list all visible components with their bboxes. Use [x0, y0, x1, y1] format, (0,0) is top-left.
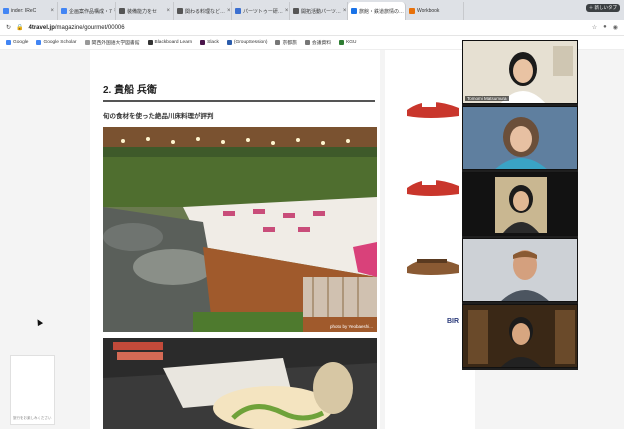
folder-icon [275, 40, 281, 45]
participant-tile[interactable] [462, 304, 578, 368]
url-field[interactable]: 4travel.jp/magazine/gourmet/00006 [29, 25, 125, 31]
tab-title: 関わる料理など… [185, 8, 226, 15]
product-thumbnail[interactable] [402, 163, 464, 205]
address-bar: ↻ 🔒 4travel.jp/magazine/gourmet/00006 ☆ … [0, 20, 624, 36]
tab-title: inder: IReC [11, 8, 37, 14]
reload-icon[interactable]: ↻ [6, 24, 11, 31]
browser-tab[interactable]: パーツトゥー研… × [232, 2, 290, 20]
browser-tab[interactable]: 企画案作品構成・7× [58, 2, 116, 20]
tab-title: 企画案作品構成・7 [69, 8, 112, 15]
left-card[interactable]: 旅行をお楽しみください [10, 355, 55, 425]
bookmark-item[interactable]: 関西外国語大学図書館 [84, 39, 140, 46]
noodle-photo-image [103, 338, 377, 429]
tab-favicon-icon [119, 8, 125, 14]
close-tab-icon[interactable]: × [343, 8, 347, 14]
participant-name: Tomomi Matsumura [465, 96, 509, 101]
product-thumbnail[interactable] [402, 242, 464, 284]
tab-title: Workbook [417, 8, 440, 14]
bookmark-folder[interactable]: 京都旅 [275, 39, 297, 46]
tab-title: 開拓活動パーツ… [301, 8, 341, 15]
bookmark-item[interactable]: KGU [339, 40, 356, 45]
tab-favicon-icon [351, 8, 357, 14]
new-tab-button[interactable]: ＋ 新しいタブ [585, 4, 620, 12]
browser-tab-active[interactable]: 旅館・鉄道旅情の…× [348, 2, 406, 20]
close-tab-icon[interactable]: × [50, 8, 54, 14]
browser-tab[interactable]: 開拓活動パーツ… × [290, 2, 348, 20]
bookmark-item[interactable]: Google Scholar [36, 40, 77, 45]
bookmark-item[interactable]: Blackboard Learn [147, 40, 192, 45]
browser-tab[interactable]: 装備能力をセ × [116, 2, 174, 20]
bookmark-favicon-icon [84, 40, 90, 45]
bookmark-favicon-icon [147, 40, 153, 45]
close-tab-icon[interactable]: × [166, 8, 170, 14]
browser-tab[interactable]: Workbook [406, 2, 464, 20]
participant-tile[interactable] [462, 106, 578, 170]
video-call-gallery: Tomomi Matsumura [462, 40, 578, 370]
participant-video [463, 173, 577, 235]
article-heading: 2. 貴船 兵衛 [103, 81, 375, 102]
bookmark-favicon-icon [36, 40, 42, 45]
participant-video [463, 41, 577, 103]
profile-icon[interactable]: ◉ [613, 24, 618, 31]
tab-favicon-icon [61, 8, 67, 14]
tab-favicon-icon [409, 8, 415, 14]
bookmark-star-icon[interactable]: ☆ [592, 24, 597, 31]
participant-tile[interactable] [462, 238, 578, 302]
bookmark-item[interactable]: Google [6, 40, 28, 45]
left-card-caption: 旅行をお楽しみください [13, 416, 52, 420]
participant-tile[interactable] [462, 172, 578, 236]
bookmark-item[interactable]: Slack [200, 40, 219, 45]
bookmark-favicon-icon [339, 40, 345, 45]
bookmark-folder[interactable]: 会議資料 [304, 39, 331, 46]
lock-icon[interactable]: 🔒 [16, 24, 23, 31]
browser-tab[interactable]: 関わる料理など… × [174, 2, 232, 20]
participant-tile[interactable]: Tomomi Matsumura [462, 40, 578, 104]
close-tab-icon[interactable]: × [227, 8, 231, 14]
tab-title: パーツトゥー研… [243, 8, 283, 15]
participant-video [463, 239, 577, 301]
bookmark-item[interactable]: (GroupSession) [226, 40, 267, 45]
bookmark-favicon-icon [6, 40, 11, 45]
bookmark-favicon-icon [226, 40, 232, 45]
browser-tab[interactable]: inder: IReC × [0, 2, 58, 20]
brand-logo-text[interactable]: BIR [447, 318, 459, 325]
bookmark-favicon-icon [200, 40, 206, 45]
photo-credit: photo by Yeobaeshi... [329, 324, 373, 329]
restaurant-photo-image [103, 127, 377, 332]
participant-video [463, 305, 577, 367]
participant-video [463, 107, 577, 169]
tab-title: 旅館・鉄道旅情の… [359, 8, 405, 15]
close-tab-icon[interactable]: × [285, 8, 289, 14]
browser-tab-bar: inder: IReC× 企画案作品構成・7× 装備能力をセ× 関わる料理など…… [0, 0, 624, 20]
extension-icon[interactable]: ● [603, 24, 607, 31]
tab-favicon-icon [293, 8, 299, 14]
tab-favicon-icon [3, 8, 9, 14]
tab-favicon-icon [177, 8, 183, 14]
article-subheading: 旬の食材を使った絶品川床料理が評判 [103, 113, 214, 120]
tab-favicon-icon [235, 8, 241, 14]
folder-icon [304, 40, 310, 45]
noodle-photo [103, 338, 377, 429]
restaurant-photo: photo by Yeobaeshi... [103, 127, 377, 332]
product-thumbnail[interactable] [402, 85, 464, 127]
tab-title: 装備能力をセ [127, 8, 158, 15]
